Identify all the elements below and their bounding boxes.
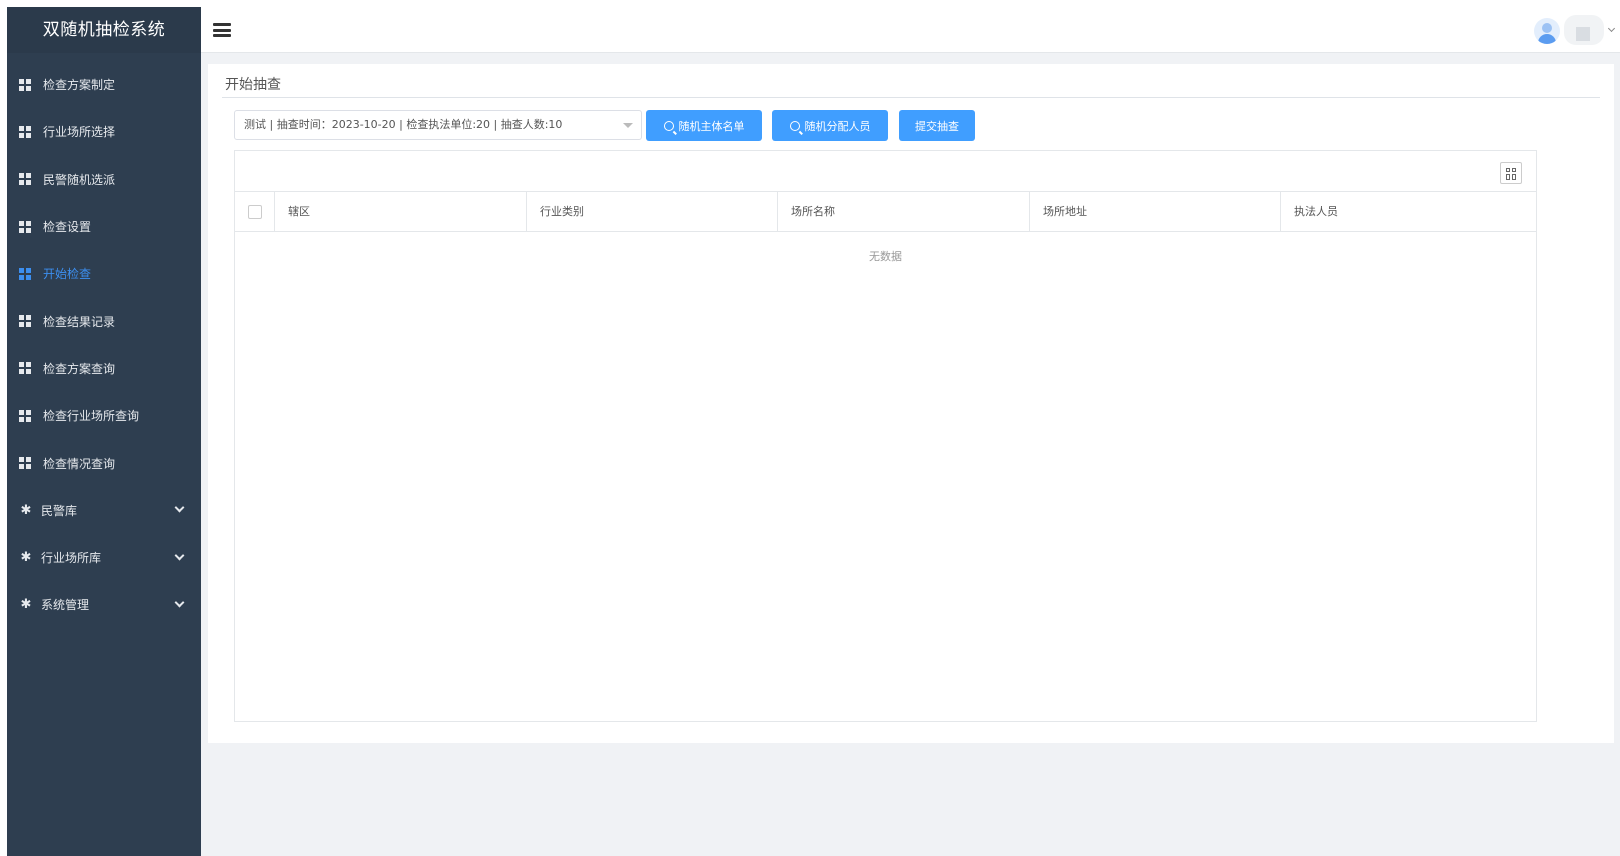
sidebar-item-police-assign[interactable]: 民警随机选派 <box>7 156 201 203</box>
sidebar-menu: 检查方案制定 行业场所选择 民警随机选派 检查设置 开始检查 检查结果记录 检查… <box>7 61 201 629</box>
plan-select-value: 测试 | 抽查时间：2023-10-20 | 检查执法单位:20 | 抽查人数:… <box>244 118 563 131</box>
grid-icon <box>19 173 31 186</box>
app-title: 双随机抽检系统 <box>7 7 201 53</box>
chevron-down-icon <box>174 502 185 513</box>
sidebar-item-label: 检查结果记录 <box>43 314 116 329</box>
chevron-down-icon <box>174 550 185 561</box>
select-all-checkbox[interactable] <box>248 205 262 219</box>
sidebar-item-status-query[interactable]: 检查情况查询 <box>7 439 201 486</box>
grid-icon <box>19 125 31 138</box>
sidebar-item-label: 民警随机选派 <box>43 172 116 187</box>
column-filter-icon[interactable] <box>1500 162 1522 184</box>
button-label: 随机分配人员 <box>804 119 871 133</box>
chevron-down-icon[interactable] <box>1607 24 1616 33</box>
column-header[interactable]: 行业类别 <box>527 192 778 232</box>
sidebar-item-venue-query[interactable]: 检查行业场所查询 <box>7 392 201 439</box>
avatar[interactable] <box>1534 18 1560 44</box>
column-header[interactable]: 执法人员 <box>1281 192 1533 232</box>
sidebar-item-start-check[interactable]: 开始检查 <box>7 250 201 297</box>
table-toolbar <box>235 151 1536 192</box>
user-menu-button[interactable] <box>1564 15 1604 45</box>
column-header[interactable]: 场所名称 <box>778 192 1030 232</box>
sidebar-item-label: 检查设置 <box>43 220 92 235</box>
random-subjects-button[interactable]: 随机主体名单 <box>646 110 762 141</box>
sidebar-item-check-settings[interactable]: 检查设置 <box>7 203 201 250</box>
sidebar-item-plan-query[interactable]: 检查方案查询 <box>7 345 201 392</box>
submit-check-button[interactable]: 提交抽查 <box>899 110 975 141</box>
column-header[interactable]: 辖区 <box>275 192 527 232</box>
search-icon <box>789 120 800 131</box>
column-header[interactable]: 场所地址 <box>1030 192 1281 232</box>
grid-icon <box>19 315 31 328</box>
gear-icon: ✱ <box>20 502 32 518</box>
menu-toggle-icon[interactable] <box>213 23 231 37</box>
data-table: 辖区 行业类别 场所名称 场所地址 执法人员 无数据 <box>234 150 1537 722</box>
sidebar-group-label: 行业场所库 <box>41 551 102 566</box>
sidebar: 双随机抽检系统 检查方案制定 行业场所选择 民警随机选派 检查设置 开始检查 检… <box>7 7 201 856</box>
sidebar-item-plan-create[interactable]: 检查方案制定 <box>7 61 201 108</box>
sidebar-item-result-record[interactable]: 检查结果记录 <box>7 297 201 344</box>
table-header: 辖区 行业类别 场所名称 场所地址 执法人员 <box>235 192 1536 232</box>
title-divider <box>222 97 1600 98</box>
sidebar-item-venue-select[interactable]: 行业场所选择 <box>7 108 201 155</box>
top-header <box>201 7 1620 53</box>
page-title: 开始抽查 <box>225 77 281 93</box>
content-card: 开始抽查 测试 | 抽查时间：2023-10-20 | 检查执法单位:20 | … <box>208 64 1614 743</box>
grid-icon <box>19 267 31 280</box>
sidebar-group-police-db[interactable]: ✱ 民警库 <box>7 487 201 534</box>
sidebar-group-label: 民警库 <box>41 503 78 518</box>
random-assign-button[interactable]: 随机分配人员 <box>772 110 888 141</box>
sidebar-item-label: 检查情况查询 <box>43 456 116 471</box>
sidebar-item-label: 行业场所选择 <box>43 125 116 140</box>
sidebar-item-label: 检查方案制定 <box>43 78 116 93</box>
grid-icon <box>19 78 31 91</box>
grid-icon <box>19 409 31 422</box>
chevron-down-icon <box>174 597 185 608</box>
empty-state: 无数据 <box>869 250 902 263</box>
select-all-cell <box>235 192 275 232</box>
search-icon <box>663 120 674 131</box>
sidebar-group-label: 系统管理 <box>41 598 90 613</box>
button-label: 提交抽查 <box>915 119 959 133</box>
sidebar-group-venue-db[interactable]: ✱ 行业场所库 <box>7 534 201 581</box>
gear-icon: ✱ <box>20 597 32 613</box>
grid-icon <box>19 362 31 375</box>
grid-icon <box>19 220 31 233</box>
caret-down-icon <box>623 123 633 128</box>
grid-icon <box>19 457 31 470</box>
button-label: 随机主体名单 <box>678 119 745 133</box>
app-frame: 双随机抽检系统 检查方案制定 行业场所选择 民警随机选派 检查设置 开始检查 检… <box>7 7 1620 856</box>
gear-icon: ✱ <box>20 550 32 566</box>
sidebar-item-label: 开始检查 <box>43 267 92 282</box>
sidebar-item-label: 检查行业场所查询 <box>43 409 140 424</box>
sidebar-group-system-admin[interactable]: ✱ 系统管理 <box>7 581 201 628</box>
sidebar-item-label: 检查方案查询 <box>43 361 116 376</box>
plan-select[interactable]: 测试 | 抽查时间：2023-10-20 | 检查执法单位:20 | 抽查人数:… <box>234 110 642 140</box>
